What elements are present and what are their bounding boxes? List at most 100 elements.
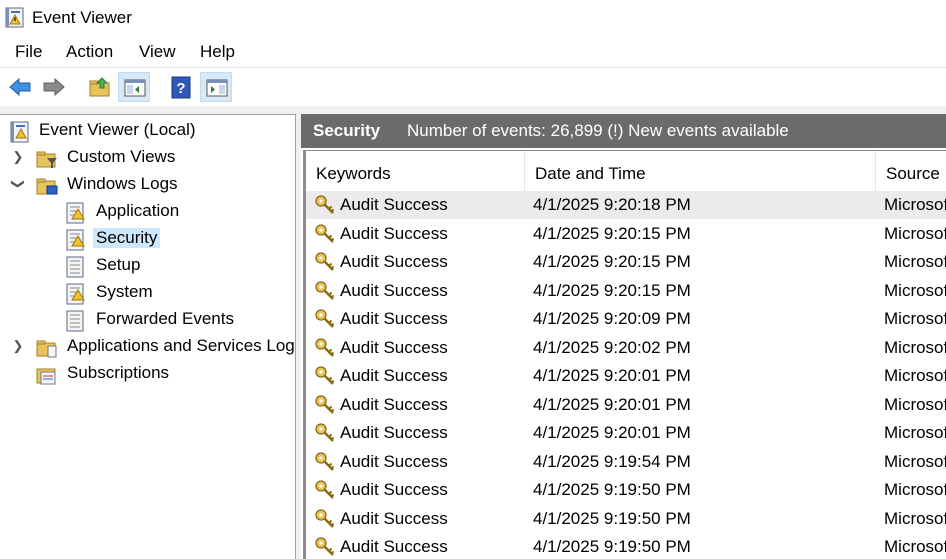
- table-row[interactable]: Audit Success 4/1/2025 9:19:50 PM Microsof…: [306, 505, 946, 533]
- keywords-cell: Audit Success: [340, 366, 448, 385]
- source-cell: Microsoft Windows security auditing.: [884, 423, 946, 442]
- tree-item-subscriptions[interactable]: Subscriptions: [0, 361, 294, 387]
- column-header-keywords[interactable]: Keywords: [306, 151, 525, 191]
- toolbar: ?: [0, 68, 946, 107]
- table-row[interactable]: Audit Success 4/1/2025 9:20:01 PM Microsof…: [306, 391, 946, 419]
- date-time-cell: 4/1/2025 9:20:01 PM: [533, 423, 691, 442]
- window-title: Event Viewer: [32, 8, 132, 27]
- table-row[interactable]: Audit Success 4/1/2025 9:19:50 PM Microsof…: [306, 533, 946, 559]
- tree-label: Security: [93, 228, 161, 248]
- keywords-cell: Audit Success: [340, 394, 448, 414]
- console-tree: Event Viewer (Local) ❯ Custom Views ❯ Wi…: [0, 114, 296, 559]
- help-button[interactable]: ?: [165, 72, 197, 102]
- chevron-down-icon[interactable]: ❯: [10, 178, 26, 190]
- key-icon: [314, 308, 336, 330]
- table-row[interactable]: Audit Success 4/1/2025 9:20:01 PM Microsof…: [306, 419, 946, 447]
- events-grid: Keywords Date and Time Source Audit Succ…: [303, 150, 946, 559]
- source-cell: Microsoft Windows security auditing.: [884, 223, 946, 243]
- tree-label: System: [96, 282, 153, 301]
- keywords-cell: Audit Success: [340, 423, 448, 442]
- key-icon: [314, 280, 336, 302]
- event-count-status: Number of events: 26,899 (!) New events …: [407, 121, 789, 140]
- column-header-date-time[interactable]: Date and Time: [525, 151, 876, 191]
- keywords-cell: Audit Success: [340, 223, 448, 243]
- tree-item-security[interactable]: Security: [0, 226, 294, 252]
- event-viewer-icon: [10, 121, 29, 143]
- forward-button[interactable]: [38, 72, 70, 102]
- date-time-cell: 4/1/2025 9:19:50 PM: [533, 537, 691, 556]
- table-row[interactable]: Audit Success 4/1/2025 9:19:54 PM Microsof…: [306, 448, 946, 476]
- tree-item-application[interactable]: Application: [0, 199, 294, 225]
- up-folder-button[interactable]: [84, 72, 116, 102]
- source-cell: Microsoft Windows security auditing.: [884, 195, 946, 214]
- table-row[interactable]: Audit Success 4/1/2025 9:19:50 PM Microsof…: [306, 476, 946, 504]
- tree-label: Custom Views: [67, 147, 176, 166]
- keywords-cell: Audit Success: [340, 480, 448, 499]
- folder-up-icon: [89, 77, 110, 97]
- date-time-cell: 4/1/2025 9:19:50 PM: [533, 508, 691, 528]
- log-warning-icon: [66, 283, 85, 305]
- tree-item-custom-views[interactable]: ❯ Custom Views: [0, 145, 294, 171]
- log-view-pane: Security Number of events: 26,899 (!) Ne…: [301, 114, 946, 559]
- keywords-cell: Audit Success: [340, 537, 448, 556]
- key-icon: [314, 422, 336, 444]
- tree-item-event-viewer-local[interactable]: Event Viewer (Local): [0, 118, 294, 144]
- tree-item-setup[interactable]: Setup: [0, 253, 294, 279]
- chevron-right-icon[interactable]: ❯: [12, 149, 24, 165]
- table-row[interactable]: Audit Success 4/1/2025 9:20:02 PM Microsof…: [306, 334, 946, 362]
- column-header-source[interactable]: Source: [876, 151, 946, 191]
- tree-label: Setup: [96, 255, 141, 274]
- tree-item-applications-and-services-logs[interactable]: ❯ Applications and Services Logs: [0, 334, 296, 360]
- chevron-right-icon[interactable]: ❯: [12, 338, 24, 354]
- folder-windows-icon: [36, 178, 58, 195]
- action-pane-icon: [206, 79, 228, 97]
- tree-item-system[interactable]: System: [0, 280, 294, 306]
- keywords-cell: Audit Success: [340, 309, 448, 328]
- table-row[interactable]: Audit Success 4/1/2025 9:20:15 PM Microsof…: [306, 248, 946, 276]
- tree-item-forwarded-events[interactable]: Forwarded Events: [0, 307, 294, 333]
- svg-text:?: ?: [176, 80, 185, 97]
- menu-action[interactable]: Action: [66, 42, 113, 62]
- back-button[interactable]: [4, 72, 36, 102]
- table-row[interactable]: Audit Success 4/1/2025 9:20:01 PM Microsof…: [306, 362, 946, 390]
- menu-view[interactable]: View: [139, 42, 176, 62]
- key-icon: [314, 394, 336, 416]
- table-row[interactable]: Audit Success 4/1/2025 9:20:09 PM Microsof…: [306, 305, 946, 333]
- menu-bar: File Action View Help: [0, 36, 946, 68]
- date-time-cell: 4/1/2025 9:20:01 PM: [533, 366, 691, 385]
- source-cell: Microsoft Windows security auditing.: [884, 451, 946, 471]
- date-time-cell: 4/1/2025 9:20:15 PM: [533, 223, 691, 243]
- table-row[interactable]: Audit Success 4/1/2025 9:20:15 PM Microsof…: [306, 220, 946, 248]
- event-viewer-icon: [5, 7, 24, 28]
- arrow-right-icon: [43, 77, 65, 97]
- log-warning-icon: [66, 202, 85, 224]
- table-row[interactable]: Audit Success 4/1/2025 9:20:18 PM Microsof…: [306, 191, 946, 219]
- key-icon: [314, 365, 336, 387]
- log-icon: [66, 256, 84, 278]
- date-time-cell: 4/1/2025 9:20:15 PM: [533, 252, 691, 271]
- keywords-cell: Audit Success: [340, 337, 448, 357]
- key-icon: [314, 251, 336, 273]
- log-header: Security Number of events: 26,899 (!) Ne…: [301, 114, 946, 148]
- key-icon: [314, 337, 336, 359]
- source-cell: Microsoft Windows security auditing.: [884, 508, 946, 528]
- menu-help[interactable]: Help: [200, 42, 235, 62]
- key-icon: [314, 451, 336, 473]
- show-hide-console-tree-button[interactable]: [118, 72, 150, 102]
- key-icon: [314, 194, 336, 216]
- key-icon: [314, 223, 336, 245]
- table-row[interactable]: Audit Success 4/1/2025 9:20:15 PM Microsof…: [306, 277, 946, 305]
- title-bar: Event Viewer: [0, 0, 946, 36]
- tree-item-windows-logs[interactable]: ❯ Windows Logs: [0, 172, 294, 198]
- date-time-cell: 4/1/2025 9:20:09 PM: [533, 309, 691, 328]
- toolbar-divider: [0, 106, 946, 114]
- show-hide-action-pane-button[interactable]: [200, 72, 232, 102]
- source-cell: Microsoft Windows security auditing.: [884, 337, 946, 357]
- log-icon: [66, 310, 84, 332]
- tree-label: Event Viewer (Local): [39, 120, 196, 139]
- source-cell: Microsoft Windows security auditing.: [884, 309, 946, 328]
- keywords-cell: Audit Success: [340, 280, 448, 300]
- tree-label: Applications and Services Logs: [67, 336, 296, 355]
- keywords-cell: Audit Success: [340, 451, 448, 471]
- menu-file[interactable]: File: [15, 42, 42, 62]
